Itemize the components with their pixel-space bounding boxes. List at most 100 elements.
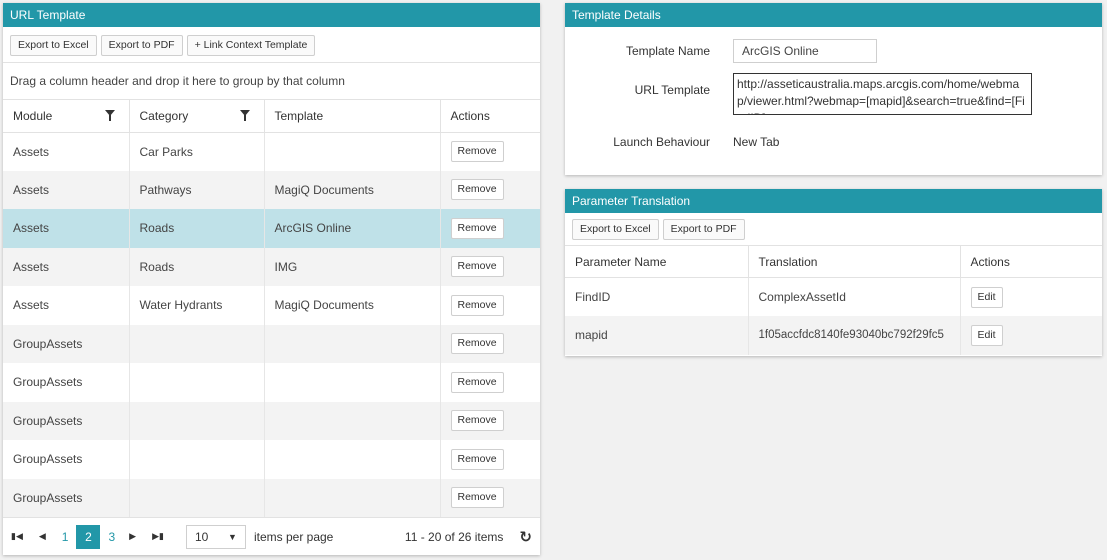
category-cell [129,478,265,517]
table-row[interactable]: GroupAssets Remove [3,401,540,440]
actions-cell: Remove [440,247,540,286]
actions-cell: Edit [960,316,1102,355]
column-module-label: Module [13,108,53,123]
actions-cell: Edit [960,278,1102,317]
module-cell: GroupAssets [3,478,130,517]
remove-button[interactable]: Remove [450,487,504,509]
url-template-textarea[interactable]: http://asseticaustralia.maps.arcgis.com/… [733,73,1032,115]
filter-icon[interactable] [104,110,115,121]
actions-cell: Remove [440,324,540,363]
remove-button[interactable]: Remove [450,448,504,470]
template-cell [264,363,441,402]
template-name-input[interactable]: ArcGIS Online [733,39,877,63]
edit-button[interactable]: Edit [970,286,1003,308]
module-cell: Assets [3,247,130,286]
filter-icon[interactable] [239,110,250,121]
column-header-parameter-name[interactable]: Parameter Name [565,245,749,278]
actions-cell: Remove [440,440,540,479]
category-cell [129,324,265,363]
link-context-template-button[interactable]: + Link Context Template [186,35,316,56]
template-name-row: Template Name ArcGIS Online [565,39,1102,63]
first-page-icon[interactable]: ▮◀ [11,531,23,542]
remove-button[interactable]: Remove [450,371,504,393]
edit-button[interactable]: Edit [970,324,1003,346]
column-header-actions: Actions [440,100,540,133]
parameter-name-cell: mapid [565,316,749,355]
template-cell [264,324,441,363]
module-cell: GroupAssets [3,324,130,363]
export-excel-button[interactable]: Export to Excel [572,219,659,240]
category-cell: Car Parks [129,132,265,171]
column-header-module[interactable]: Module [3,100,130,133]
actions-cell: Remove [440,209,540,248]
table-row[interactable]: Assets Pathways MagiQ Documents Remove [3,170,540,209]
url-template-panel: URL Template Export to Excel Export to P… [3,3,540,555]
page-1-link[interactable]: 1 [62,530,69,544]
export-pdf-button[interactable]: Export to PDF [100,35,183,56]
category-cell: Water Hydrants [129,286,265,325]
pager: ▮◀ ◀ 1 2 3 ▶ ▶▮ 10 ▼ items per page 11 - … [3,517,540,555]
launch-behaviour-value[interactable]: New Tab [733,135,779,149]
table-row[interactable]: GroupAssets Remove [3,478,540,517]
table-row[interactable]: GroupAssets Remove [3,324,540,363]
category-cell [129,363,265,402]
actions-cell: Remove [440,286,540,325]
parameter-name-cell: FindID [565,277,749,316]
previous-page-icon[interactable]: ◀ [39,531,46,542]
table-row[interactable]: Assets Roads IMG Remove [3,247,540,286]
module-cell: Assets [3,209,130,248]
url-template-label: URL Template [634,83,710,97]
template-cell [264,132,441,171]
translation-cell: 1f05accfdc8140fe93040bc792f29fc5 [748,316,961,355]
pager-info: 11 - 20 of 26 items [404,529,504,544]
page-size-value: 10 [194,529,209,544]
actions-cell: Remove [440,363,540,402]
category-cell [129,401,265,440]
table-row[interactable]: Assets Water Hydrants MagiQ Documents Re… [3,286,540,325]
template-cell: MagiQ Documents [264,170,441,209]
remove-button[interactable]: Remove [450,333,504,355]
table-row[interactable]: GroupAssets Remove [3,440,540,479]
column-header-category[interactable]: Category [129,100,265,133]
column-header-translation[interactable]: Translation [748,245,961,278]
page-3-link[interactable]: 3 [108,530,115,544]
url-template-title: URL Template [3,3,540,27]
table-row-selected[interactable]: Assets Roads ArcGIS Online Remove [3,209,540,248]
table-row[interactable]: Assets Car Parks Remove [3,132,540,171]
table-row[interactable]: mapid 1f05accfdc8140fe93040bc792f29fc5 E… [565,316,1102,355]
last-page-icon[interactable]: ▶▮ [152,531,164,542]
page-2-link[interactable]: 2 [76,524,101,549]
category-cell: Pathways [129,170,265,209]
module-cell: Assets [3,170,130,209]
translation-cell: ComplexAssetId [748,277,961,316]
url-template-row: URL Template http://asseticaustralia.map… [565,73,1102,115]
group-drop-area[interactable]: Drag a column header and drop it here to… [3,62,540,100]
export-pdf-button[interactable]: Export to PDF [662,219,745,240]
remove-button[interactable]: Remove [450,179,504,201]
column-header-template[interactable]: Template [264,100,441,133]
category-cell: Roads [129,209,265,248]
category-cell [129,440,265,479]
template-cell: MagiQ Documents [264,286,441,325]
export-excel-button[interactable]: Export to Excel [10,35,97,56]
actions-cell: Remove [440,132,540,171]
refresh-icon[interactable]: ↻ [519,528,532,546]
next-page-icon[interactable]: ▶ [129,531,136,542]
remove-button[interactable]: Remove [450,217,504,239]
module-cell: Assets [3,132,130,171]
module-cell: GroupAssets [3,401,130,440]
parameter-translation-title: Parameter Translation [565,189,1102,213]
column-category-label: Category [139,108,189,123]
remove-button[interactable]: Remove [450,410,504,432]
template-cell [264,478,441,517]
template-details-panel: Template Details Template Name ArcGIS On… [565,3,1102,175]
template-name-label: Template Name [625,44,710,58]
remove-button[interactable]: Remove [450,294,504,316]
remove-button[interactable]: Remove [450,256,504,278]
remove-button[interactable]: Remove [450,141,504,162]
url-template-grid: Module Category Template Actions Assets … [3,100,540,517]
table-row[interactable]: GroupAssets Remove [3,363,540,402]
table-row[interactable]: FindID ComplexAssetId Edit [565,277,1102,317]
template-cell: ArcGIS Online [264,209,441,248]
page-size-select[interactable]: 10 ▼ [185,524,246,549]
